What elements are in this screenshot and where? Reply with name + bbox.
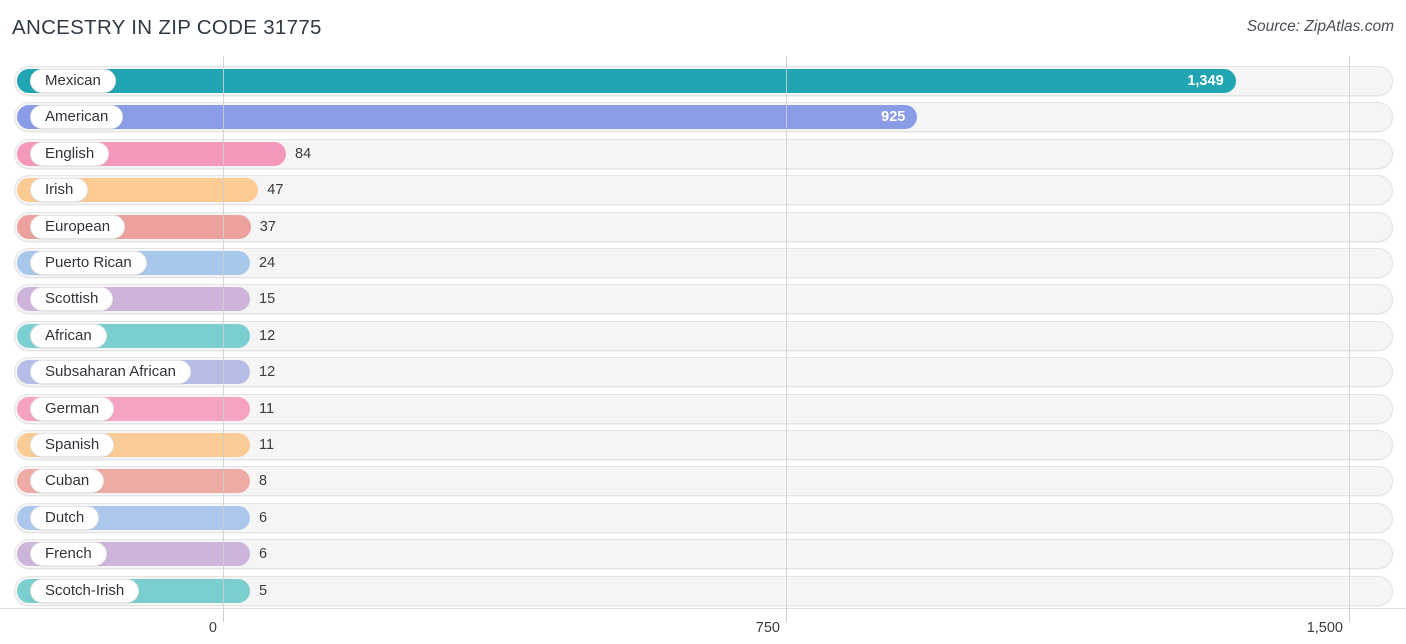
bar-category-label[interactable]: English bbox=[30, 141, 110, 166]
bar-row[interactable]: 84 English bbox=[14, 138, 1393, 169]
bar-category-label[interactable]: French bbox=[30, 542, 107, 567]
bar-category-label[interactable]: Irish bbox=[30, 178, 89, 203]
bar-row[interactable]: 37 European bbox=[14, 211, 1393, 242]
tick-label: 1,500 bbox=[1306, 620, 1343, 636]
bar-value-label: 37 bbox=[259, 218, 276, 235]
plot-area: 1,349 Mexican 925 American 84 English 47 Irish 3… bbox=[0, 56, 1406, 608]
tick-mark bbox=[786, 608, 787, 622]
ancestry-bar-chart: ANCESTRY IN ZIP CODE 31775 Source: ZipAt… bbox=[0, 0, 1406, 644]
source-attribution: Source: ZipAtlas.com bbox=[1246, 18, 1394, 35]
bar-category-label[interactable]: German bbox=[30, 396, 115, 421]
bar-row[interactable]: 6 French bbox=[14, 539, 1393, 570]
bar-category-label[interactable]: American bbox=[30, 105, 124, 130]
bar-row[interactable]: 12 African bbox=[14, 320, 1393, 351]
bar-value-label: 12 bbox=[259, 364, 276, 381]
bar-category-label[interactable]: Spanish bbox=[30, 433, 115, 457]
bar-category-label[interactable]: European bbox=[30, 214, 126, 239]
bar-value-label: 11 bbox=[259, 437, 275, 453]
bar-row[interactable]: 6 Dutch bbox=[14, 502, 1393, 533]
bar-value-label: 12 bbox=[259, 327, 276, 344]
bar-value-label: 84 bbox=[295, 145, 312, 162]
bar-value-label: 15 bbox=[259, 291, 276, 308]
page-title: ANCESTRY IN ZIP CODE 31775 bbox=[12, 16, 322, 39]
bar-row[interactable]: 12 Subsaharan African bbox=[14, 357, 1393, 388]
bar-row[interactable]: 1,349 Mexican bbox=[14, 66, 1393, 96]
bar-row[interactable]: 11 German bbox=[14, 393, 1393, 424]
bar[interactable]: 1,349 bbox=[17, 69, 1236, 93]
bar-value-label: 47 bbox=[267, 182, 284, 199]
axis-line bbox=[0, 608, 1406, 609]
bar-category-label[interactable]: African bbox=[30, 323, 107, 348]
bar-row[interactable]: 24 Puerto Rican bbox=[14, 248, 1393, 278]
bar-row[interactable]: 11 Spanish bbox=[14, 430, 1393, 460]
chart-header: ANCESTRY IN ZIP CODE 31775 Source: ZipAt… bbox=[0, 0, 1406, 56]
bar-row[interactable]: 8 Cuban bbox=[14, 466, 1393, 497]
bar[interactable]: 925 bbox=[17, 105, 918, 130]
bar-value-label: 6 bbox=[259, 546, 268, 563]
tick-label: 750 bbox=[755, 620, 780, 636]
bar-row[interactable]: 15 Scottish bbox=[14, 284, 1393, 315]
bar-category-label[interactable]: Dutch bbox=[30, 505, 100, 530]
tick-mark bbox=[1349, 608, 1350, 622]
bar-value-label: 11 bbox=[259, 400, 275, 417]
bar-rows: 1,349 Mexican 925 American 84 English 47 Irish 3… bbox=[0, 56, 1406, 608]
bar-category-label[interactable]: Mexican bbox=[30, 69, 116, 93]
bar-value-label: 925 bbox=[881, 109, 906, 126]
bar-category-label[interactable]: Cuban bbox=[30, 469, 105, 494]
bar-category-label[interactable]: Puerto Rican bbox=[30, 251, 147, 275]
x-axis: 0 750 1,500 bbox=[0, 608, 1406, 644]
bar-category-label[interactable]: Scotch-Irish bbox=[30, 578, 140, 603]
bar-value-label: 24 bbox=[259, 255, 276, 271]
bar-row[interactable]: 925 American bbox=[14, 102, 1393, 133]
bar-value-label: 8 bbox=[259, 473, 268, 490]
bar-category-label[interactable]: Subsaharan African bbox=[30, 360, 191, 385]
bar-row[interactable]: 47 Irish bbox=[14, 175, 1393, 206]
bar-row[interactable]: 5 Scotch-Irish bbox=[14, 575, 1393, 606]
tick-mark bbox=[223, 608, 224, 622]
bar-value-label: 5 bbox=[259, 582, 268, 599]
bar-category-label[interactable]: Scottish bbox=[30, 287, 114, 312]
bar-value-label: 1,349 bbox=[1187, 73, 1224, 89]
tick-label: 0 bbox=[208, 620, 217, 636]
bar-value-label: 6 bbox=[259, 509, 268, 526]
